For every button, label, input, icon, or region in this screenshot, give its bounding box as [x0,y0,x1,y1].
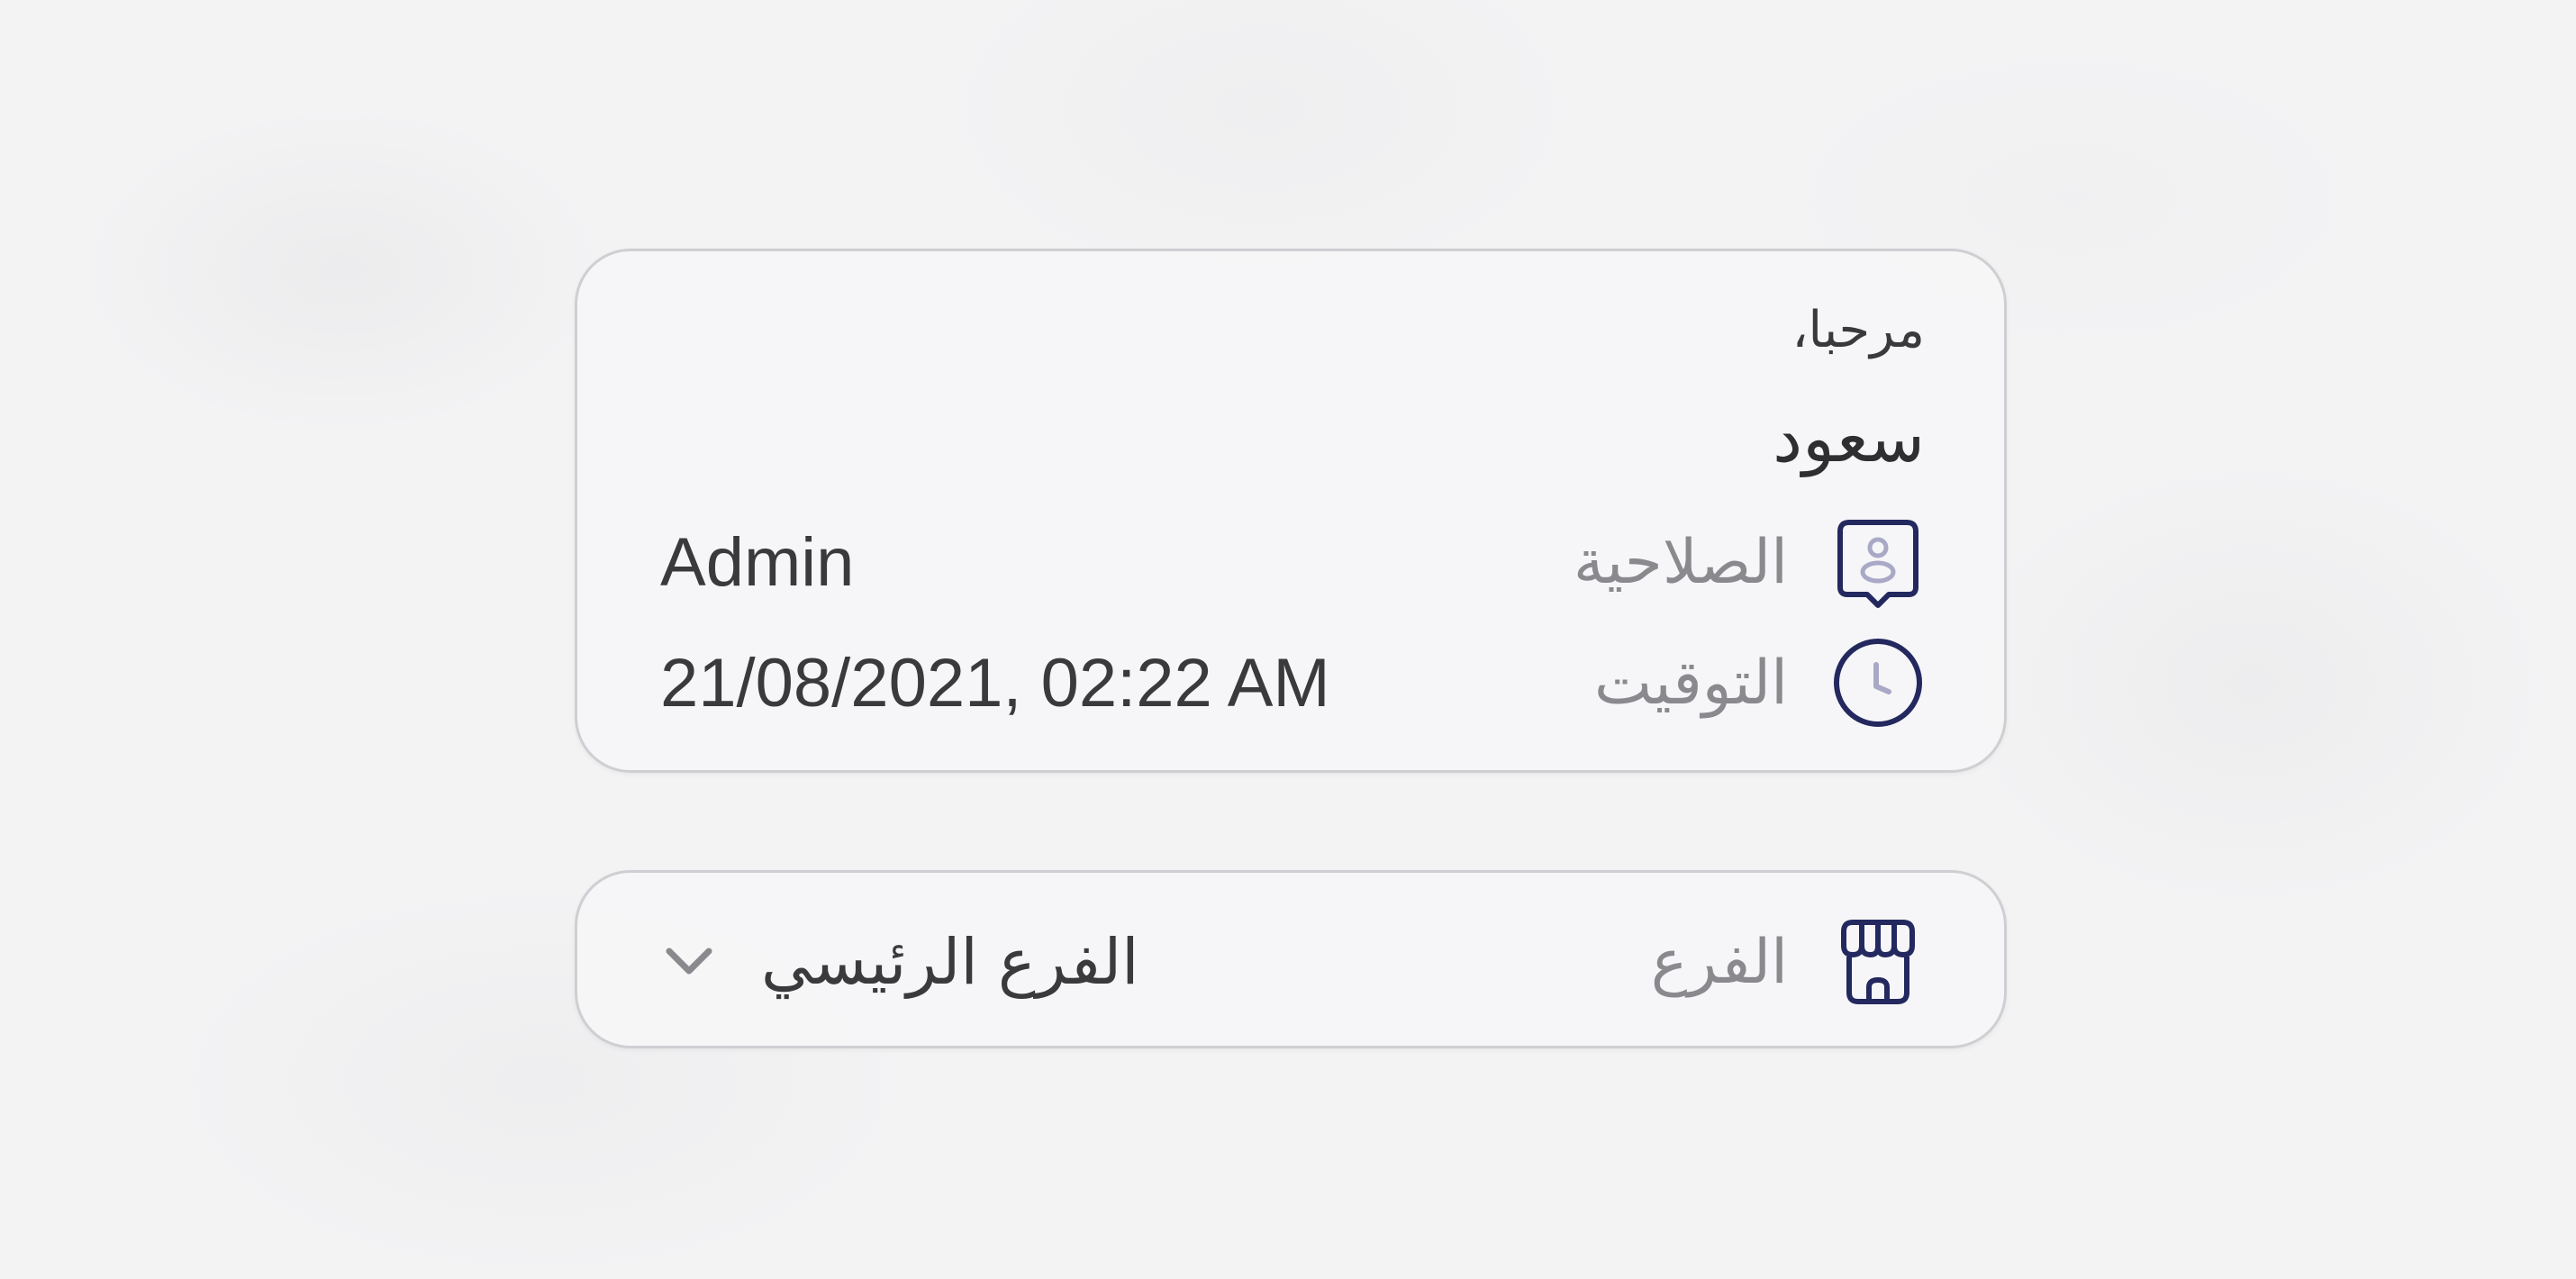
time-value: 21/08/2021, 02:22 AM [660,644,1330,721]
branch-card: الفرع الفرع الرئيسي [575,870,2007,1048]
greeting-text: مرحبا، [1791,301,1925,359]
time-row: التوقيت 21/08/2021, 02:22 AM [660,633,1925,732]
role-row: الصلاحية Admin [660,513,1925,612]
branch-label: الفرع [1650,926,1788,998]
user-name: سعود [1773,400,1925,477]
role-label: الصلاحية [1573,526,1788,598]
user-info-card: مرحبا، سعود الصلاحية Admin التوقيت 21/08… [575,249,2007,773]
branch-selected-value[interactable]: الفرع الرئيسي [761,925,1139,999]
role-value: Admin [660,523,855,601]
time-label: التوقيت [1593,647,1788,719]
branch-row: الفرع الفرع الرئيسي [660,912,1925,1011]
clock-icon [1831,636,1925,730]
chevron-down-icon[interactable] [660,933,718,991]
store-icon [1831,915,1925,1009]
user-badge-icon [1831,515,1925,609]
branch-dropdown[interactable]: الفرع الرئيسي [660,925,1139,999]
